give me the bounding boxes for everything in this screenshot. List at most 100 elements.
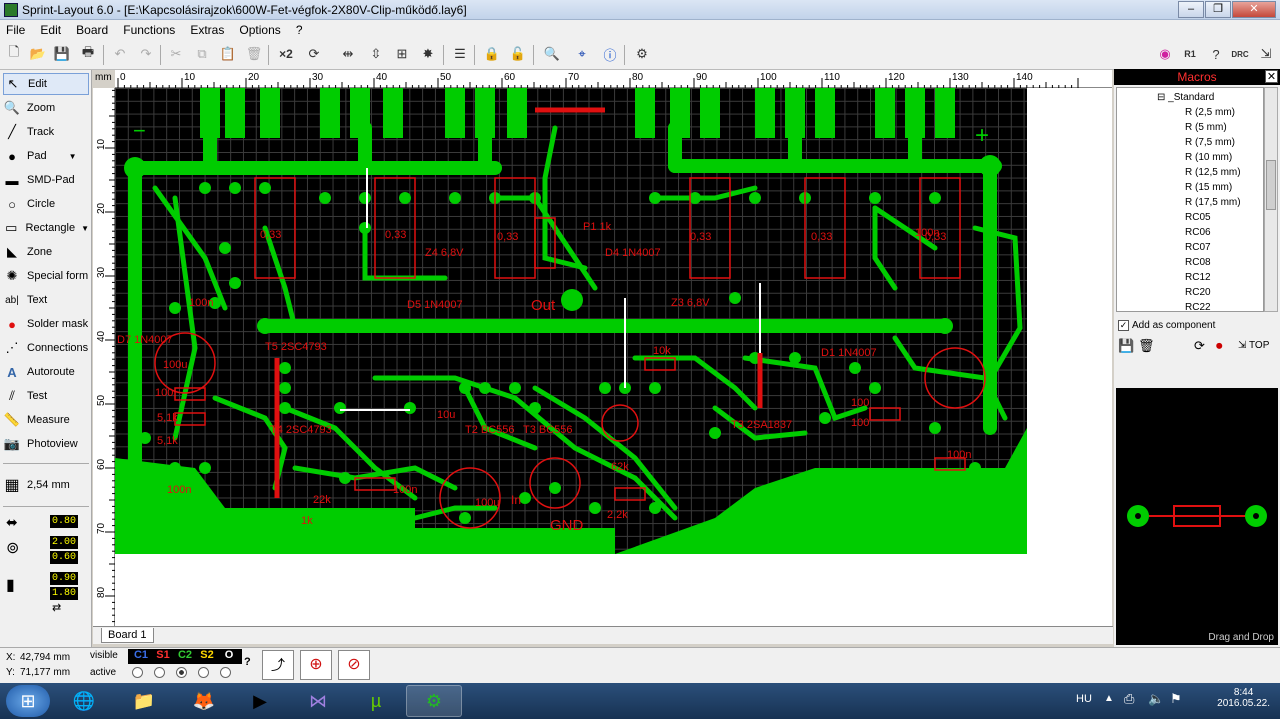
- info-icon[interactable]: ⓘ: [600, 44, 620, 64]
- tool-test[interactable]: ⫽ Test: [3, 385, 89, 407]
- layer-o[interactable]: O: [218, 649, 240, 661]
- duplicate-button[interactable]: ×2: [276, 44, 296, 64]
- help-icon[interactable]: ?: [1206, 44, 1226, 64]
- group-icon[interactable]: ✸: [418, 44, 438, 64]
- crosshair-icon[interactable]: ⌖: [572, 44, 592, 64]
- component-icon[interactable]: ◉: [1155, 44, 1175, 64]
- tree-node-standard[interactable]: ⊟ _Standard: [1157, 92, 1214, 103]
- macro-item[interactable]: RC07: [1185, 242, 1211, 253]
- maximize-button[interactable]: ❐: [1205, 1, 1231, 18]
- r1-icon[interactable]: R1: [1180, 44, 1200, 64]
- macro-item[interactable]: R (17,5 mm): [1185, 197, 1241, 208]
- target-icon[interactable]: ⊕: [300, 650, 332, 680]
- language-indicator[interactable]: HU: [1076, 693, 1092, 705]
- track-width-value[interactable]: 0.80: [50, 515, 78, 528]
- grid-selector[interactable]: ▦ 2,54 mm: [3, 474, 89, 496]
- macro-tree[interactable]: ⊟ _Standard R (2,5 mm) R (5 mm) R (7,5 mm)…: [1116, 87, 1264, 312]
- smd-width-value[interactable]: 0.90: [50, 572, 78, 585]
- macro-item[interactable]: R (12,5 mm): [1185, 167, 1241, 178]
- tool-photoview[interactable]: 📷 Photoview: [3, 433, 89, 455]
- network-icon[interactable]: ⎙: [1124, 691, 1134, 707]
- export-icon[interactable]: ⇲: [1256, 44, 1276, 64]
- media-player-icon[interactable]: ▶: [232, 685, 288, 717]
- macro-item[interactable]: RC08: [1185, 257, 1211, 268]
- menu-extras[interactable]: Extras: [184, 20, 230, 40]
- minimize-button[interactable]: –: [1178, 1, 1204, 18]
- menu-board[interactable]: Board: [70, 20, 114, 40]
- record-icon[interactable]: ⏺: [1216, 338, 1223, 354]
- tool-solder-mask[interactable]: ● Solder mask: [3, 313, 89, 335]
- rotate-icon[interactable]: ⟳: [304, 44, 324, 64]
- no-connection-icon[interactable]: ⊘: [338, 650, 370, 680]
- layer-s2[interactable]: S2: [196, 649, 218, 661]
- layer-s1[interactable]: S1: [152, 649, 174, 661]
- macro-item[interactable]: R (2,5 mm): [1185, 107, 1235, 118]
- menu-file[interactable]: File: [0, 20, 31, 40]
- volume-icon[interactable]: 🔈: [1148, 691, 1164, 707]
- tool-edit[interactable]: ↖ Edit: [3, 73, 89, 95]
- copy-icon[interactable]: ⧉: [192, 44, 212, 64]
- utorrent-icon[interactable]: µ: [348, 685, 404, 717]
- paste-icon[interactable]: 📋: [218, 44, 238, 64]
- radio-c2[interactable]: [176, 667, 187, 678]
- layer-stack-icon[interactable]: ☰: [450, 44, 470, 64]
- lock-icon[interactable]: 🔒: [482, 44, 502, 64]
- chrome-icon[interactable]: 🌐: [56, 685, 112, 717]
- tool-zone[interactable]: ◣ Zone: [3, 241, 89, 263]
- tool-track[interactable]: ╱ Track: [3, 121, 89, 143]
- unlock-icon[interactable]: 🔓: [508, 44, 528, 64]
- tool-connections[interactable]: ⋰ Connections: [3, 337, 89, 359]
- menu-options[interactable]: Options: [233, 20, 286, 40]
- sprint-layout-task[interactable]: ⚙: [406, 685, 462, 717]
- flag-icon[interactable]: ⚑: [1170, 691, 1182, 707]
- macro-item[interactable]: RC12: [1185, 272, 1211, 283]
- pad-inner-value[interactable]: 0.60: [50, 551, 78, 564]
- mirror-horizontal-icon[interactable]: ⇹: [338, 44, 358, 64]
- macro-item[interactable]: R (7,5 mm): [1185, 137, 1235, 148]
- design-canvas[interactable]: − + 0,33 0,33 0,33 0,33 0,33 0,33 Z4 6,8…: [115, 88, 1112, 626]
- mirror-vertical-icon[interactable]: ⇳: [366, 44, 386, 64]
- macro-item[interactable]: R (15 mm): [1185, 182, 1232, 193]
- macro-item[interactable]: RC05: [1185, 212, 1211, 223]
- new-file-icon[interactable]: 🗋: [4, 44, 24, 64]
- align-icon[interactable]: ⊞: [392, 44, 412, 64]
- close-icon[interactable]: ✕: [1265, 70, 1278, 83]
- vs-icon[interactable]: ⋈: [290, 685, 346, 717]
- tool-zoom[interactable]: 🔍 Zoom: [3, 97, 89, 119]
- undo-icon[interactable]: ↶: [110, 44, 130, 64]
- tool-circle[interactable]: ○ Circle: [3, 193, 89, 215]
- add-component-checkbox[interactable]: ✓ Add as component: [1118, 320, 1215, 331]
- macro-item[interactable]: RC20: [1185, 287, 1211, 298]
- explorer-icon[interactable]: 📁: [116, 685, 172, 717]
- smd-height-value[interactable]: 1.80: [50, 587, 78, 600]
- trash-icon[interactable]: 🗑: [1138, 338, 1155, 354]
- macro-scrollbar[interactable]: [1264, 87, 1278, 312]
- start-button[interactable]: ⊞: [6, 685, 50, 717]
- cut-icon[interactable]: ✂: [166, 44, 186, 64]
- layer-c2[interactable]: C2: [174, 649, 196, 661]
- drc-icon[interactable]: DRC: [1230, 44, 1250, 64]
- macro-preview[interactable]: Drag and Drop: [1116, 388, 1278, 645]
- route-icon[interactable]: ⤴: [262, 650, 294, 680]
- redo-icon[interactable]: ↷: [136, 44, 156, 64]
- swap-icon[interactable]: ⇄: [52, 601, 61, 614]
- chevron-down-icon[interactable]: ▼: [69, 152, 77, 161]
- pad-outer-value[interactable]: 2.00: [50, 536, 78, 549]
- menu-edit[interactable]: Edit: [34, 20, 67, 40]
- save-icon[interactable]: 💾: [52, 44, 72, 64]
- board-tab-1[interactable]: Board 1: [101, 628, 154, 643]
- menu-functions[interactable]: Functions: [117, 20, 181, 40]
- open-folder-icon[interactable]: 📂: [28, 44, 48, 64]
- radio-o[interactable]: [220, 667, 231, 678]
- top-view-button[interactable]: ⇲ TOP: [1238, 340, 1269, 351]
- tool-measure[interactable]: 📏 Measure: [3, 409, 89, 431]
- close-button[interactable]: ✕: [1232, 1, 1276, 18]
- radio-s1[interactable]: [154, 667, 165, 678]
- zoom-icon[interactable]: 🔍: [542, 44, 562, 64]
- help-icon[interactable]: ?: [244, 656, 251, 668]
- clock[interactable]: 8:44 2016.05.22.: [1217, 687, 1270, 709]
- tool-text[interactable]: ab| Text: [3, 289, 89, 311]
- macro-item[interactable]: R (10 mm): [1185, 152, 1232, 163]
- macro-item[interactable]: RC22: [1185, 302, 1211, 311]
- radio-c1[interactable]: [132, 667, 143, 678]
